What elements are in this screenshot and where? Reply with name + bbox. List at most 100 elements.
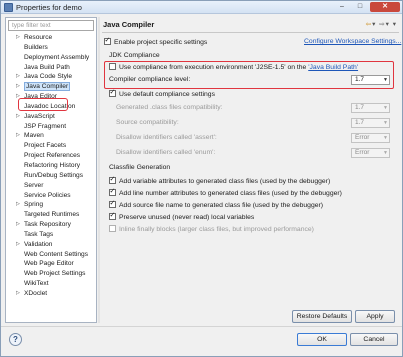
sidebar-item[interactable]: Deployment Assembly — [6, 53, 96, 63]
expand-arrow-icon[interactable]: ▷ — [16, 131, 20, 141]
use-execution-env-row[interactable]: Use compliance from execution environmen… — [109, 63, 358, 71]
sidebar-item[interactable]: Builders — [6, 43, 96, 53]
restore-defaults-button[interactable]: Restore Defaults — [292, 310, 352, 323]
classfile-option-label: Add line number attributes to generated … — [119, 190, 342, 197]
configure-workspace-link[interactable]: Configure Workspace Settings... — [304, 38, 401, 45]
sidebar-item[interactable]: ▷ Resource — [6, 33, 96, 43]
disallow-assert-select[interactable]: Error ▼ — [351, 133, 390, 143]
java-build-path-link[interactable]: 'Java Build Path' — [308, 64, 358, 71]
compiler-level-label: Compiler compliance level: — [109, 76, 191, 83]
sidebar-item[interactable]: ▷ Task Repository — [6, 220, 96, 230]
expand-arrow-icon[interactable]: ▷ — [16, 72, 20, 82]
chevron-down-icon: ▼ — [383, 120, 388, 126]
sidebar-item-label: JavaScript — [24, 112, 55, 120]
dialog-footer: ? OK Cancel — [1, 329, 402, 357]
sidebar-item[interactable]: WikiText — [6, 279, 96, 289]
sidebar-item[interactable]: Targeted Runtimes — [6, 210, 96, 220]
page-title: Java Compiler — [103, 20, 155, 29]
source-compat-label: Source compatibility: — [116, 119, 179, 126]
enable-project-specific-label: Enable project specific settings — [114, 39, 208, 46]
classfile-option-checkbox[interactable] — [109, 187, 116, 196]
use-execution-env-checkbox[interactable] — [109, 63, 116, 70]
sidebar-item[interactable]: ▷ Spring — [6, 200, 96, 210]
sidebar-item[interactable]: ▷ XDoclet — [6, 289, 96, 299]
classfile-option-checkbox[interactable] — [109, 211, 116, 220]
classfile-option-row[interactable]: Add line number attributes to generated … — [109, 187, 342, 197]
enable-project-specific-checkbox[interactable] — [104, 36, 111, 45]
apply-button[interactable]: Apply — [355, 310, 395, 323]
filter-input[interactable]: type filter text — [8, 20, 94, 31]
sidebar-item-label: Maven — [24, 132, 44, 140]
classfile-option-checkbox[interactable] — [109, 225, 116, 232]
use-execution-env-label: Use compliance from execution environmen… — [119, 64, 309, 71]
chevron-down-icon: ▼ — [383, 77, 388, 83]
sidebar-item[interactable]: ▷ Java Compiler — [6, 82, 96, 92]
sidebar-item[interactable]: Refactoring History — [6, 161, 96, 171]
use-default-checkbox[interactable] — [109, 88, 116, 97]
enable-project-specific-row[interactable]: Enable project specific settings — [104, 36, 208, 46]
sidebar-item[interactable]: ▷ Maven — [6, 131, 96, 141]
generated-class-select[interactable]: 1.7 ▼ — [351, 103, 390, 113]
disallow-enum-select[interactable]: Error ▼ — [351, 148, 390, 158]
classfile-option-checkbox[interactable] — [109, 199, 116, 208]
classfile-option-row[interactable]: Add variable attributes to generated cla… — [109, 175, 331, 185]
sidebar-item-label: Project References — [24, 152, 81, 160]
compiler-level-select[interactable]: 1.7 ▼ — [351, 75, 390, 85]
source-compat-select[interactable]: 1.7 ▼ — [351, 118, 390, 128]
sidebar-item-label: Deployment Assembly — [24, 53, 90, 61]
sidebar-item-label: XDoclet — [24, 289, 48, 297]
sidebar-item[interactable]: Java Build Path — [6, 63, 96, 73]
sidebar-item-label: Java Build Path — [24, 63, 70, 71]
forward-menu-icon[interactable]: ▾ — [386, 20, 390, 28]
sidebar-item-label: Server — [24, 181, 44, 189]
sidebar-item-label: Spring — [24, 201, 44, 209]
sidebar-item-label: Run/Debug Settings — [24, 171, 84, 179]
help-icon[interactable]: ? — [9, 333, 22, 346]
close-button[interactable]: ✕ — [370, 2, 400, 12]
maximize-button[interactable]: □ — [352, 2, 368, 12]
sidebar-item[interactable]: JSP Fragment — [6, 122, 96, 132]
sidebar-item[interactable]: ▷ JavaScript — [6, 112, 96, 122]
classfile-option-label: Add source file name to generated class … — [119, 202, 324, 209]
sidebar-item[interactable]: Run/Debug Settings — [6, 171, 96, 181]
sidebar-item-label: JSP Fragment — [24, 122, 67, 130]
expand-arrow-icon[interactable]: ▷ — [16, 200, 20, 210]
sidebar-item[interactable]: ▷ Validation — [6, 240, 96, 250]
classfile-option-label: Inline finally blocks (larger class file… — [119, 226, 314, 233]
minimize-button[interactable]: – — [334, 2, 350, 12]
classfile-option-row[interactable]: Add source file name to generated class … — [109, 199, 324, 209]
generated-class-label: Generated .class files compatibility: — [116, 104, 223, 111]
classfile-option-row[interactable]: Inline finally blocks (larger class file… — [109, 225, 314, 233]
sidebar-item-label: Task Repository — [24, 221, 71, 229]
classfile-option-checkbox[interactable] — [109, 175, 116, 184]
sidebar-item[interactable]: Web Content Settings — [6, 250, 96, 260]
pane-splitter[interactable] — [98, 17, 100, 323]
expand-arrow-icon[interactable]: ▷ — [16, 82, 20, 92]
classfile-option-row[interactable]: Preserve unused (never read) local varia… — [109, 211, 254, 221]
cancel-button[interactable]: Cancel — [350, 333, 398, 346]
sidebar-item-label: Web Page Editor — [24, 260, 74, 268]
expand-arrow-icon[interactable]: ▷ — [16, 289, 20, 299]
sidebar-item[interactable]: Service Policies — [6, 191, 96, 201]
expand-arrow-icon[interactable]: ▷ — [16, 112, 20, 122]
classfile-option-label: Add variable attributes to generated cla… — [119, 178, 331, 185]
chevron-down-icon: ▼ — [383, 135, 388, 141]
back-menu-icon[interactable]: ▾ — [372, 20, 376, 28]
sidebar-item[interactable]: ▷ Java Code Style — [6, 72, 96, 82]
sidebar-item[interactable]: Web Page Editor — [6, 259, 96, 269]
sidebar-item[interactable]: Task Tags — [6, 230, 96, 240]
sidebar-item-label: Web Content Settings — [24, 250, 89, 258]
use-default-row[interactable]: Use default compliance settings — [109, 88, 215, 98]
view-menu-icon[interactable]: ▾ — [393, 20, 397, 28]
sidebar-item-label: Service Policies — [24, 191, 71, 199]
expand-arrow-icon[interactable]: ▷ — [16, 240, 20, 250]
sidebar-item-label: Project Facets — [24, 142, 67, 150]
sidebar-item[interactable]: Web Project Settings — [6, 269, 96, 279]
sidebar-item[interactable]: Project Facets — [6, 141, 96, 151]
ok-button[interactable]: OK — [297, 333, 347, 346]
expand-arrow-icon[interactable]: ▷ — [16, 33, 20, 43]
generated-class-value: 1.7 — [355, 104, 365, 111]
sidebar-item[interactable]: Project References — [6, 151, 96, 161]
sidebar-item[interactable]: Server — [6, 181, 96, 191]
expand-arrow-icon[interactable]: ▷ — [16, 220, 20, 230]
